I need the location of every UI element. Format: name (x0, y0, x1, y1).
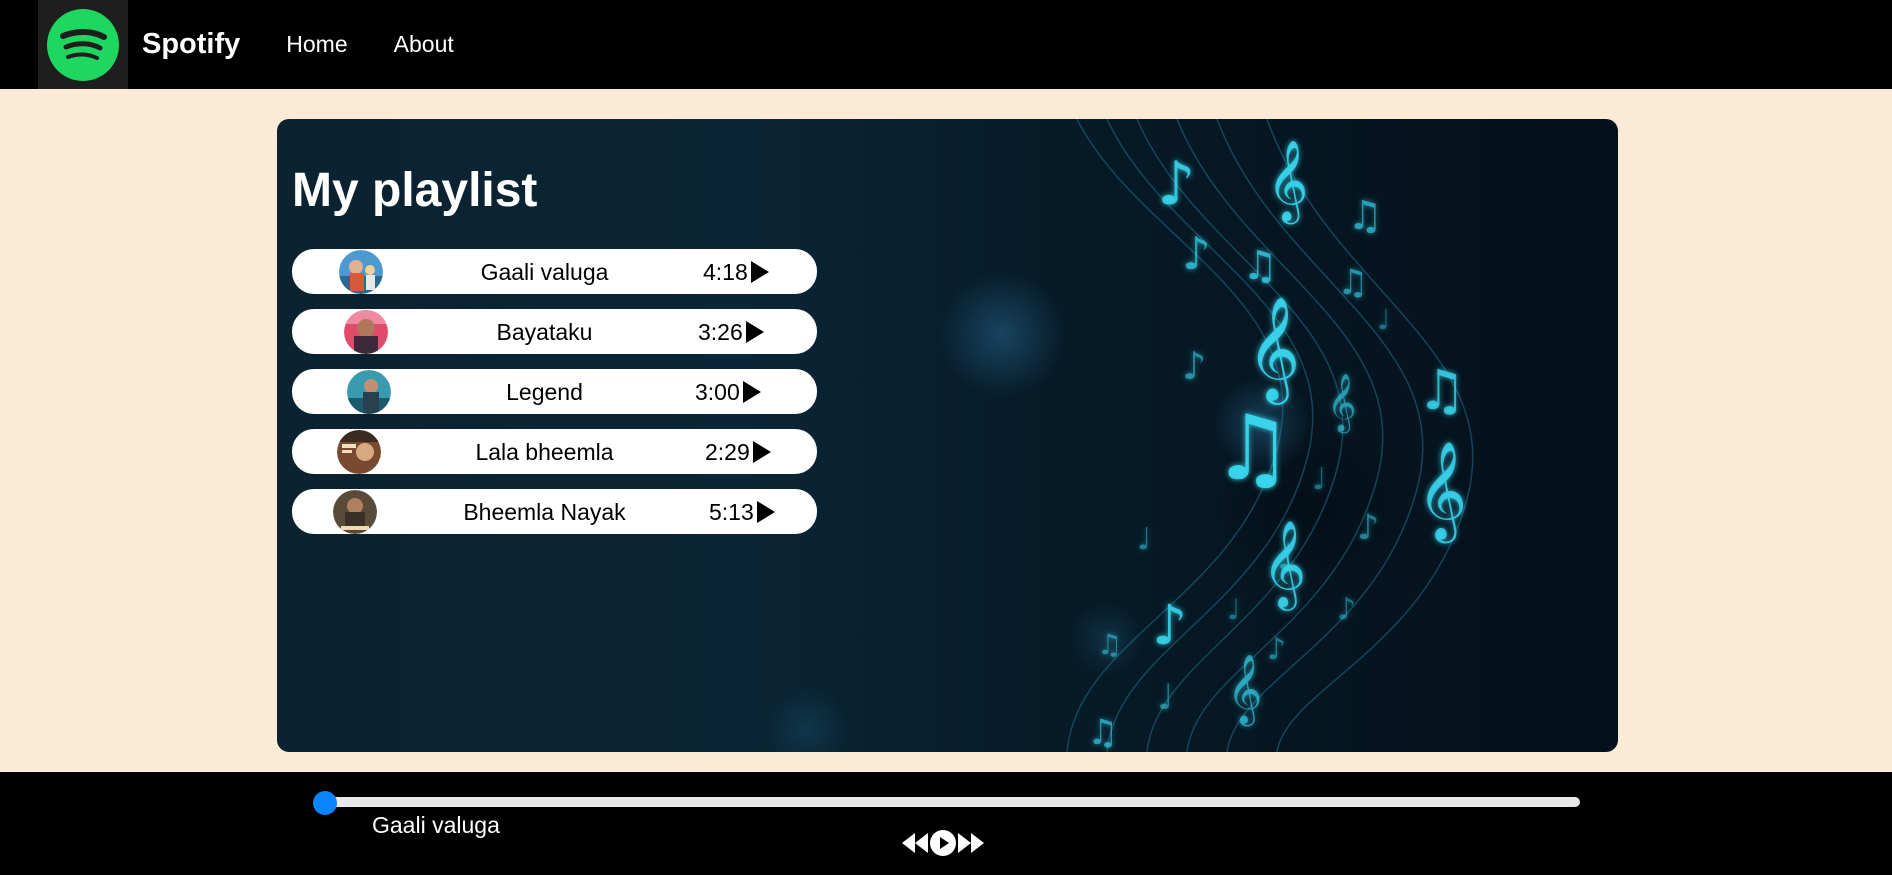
svg-text:𝄞: 𝄞 (1267, 139, 1308, 224)
playlist-card: ♪ 𝄞 ♫ ♪ ♫ ♫ 𝄞 ♩ ♪ 𝄞 ♫ ♫ ♩ 𝄞 ♪ ♩ 𝄞 ♩ ♪ ♪ … (277, 119, 1618, 752)
progress-slider-thumb[interactable] (313, 791, 337, 815)
svg-text:𝄞: 𝄞 (1417, 441, 1467, 544)
svg-text:𝄞: 𝄞 (1327, 373, 1357, 434)
top-navbar: Spotify Home About (0, 0, 1892, 89)
play-icon[interactable] (753, 441, 771, 463)
svg-text:♫: ♫ (1087, 713, 1118, 752)
song-item-lala-bheemla[interactable]: Lala bheemla 2:29 (292, 429, 817, 474)
play-icon[interactable] (743, 381, 761, 403)
nav-link-home[interactable]: Home (286, 31, 347, 58)
svg-text:♪: ♪ (1157, 149, 1195, 219)
nav-link-about[interactable]: About (394, 31, 454, 58)
svg-text:♩: ♩ (1157, 678, 1174, 718)
svg-text:♫: ♫ (1242, 243, 1278, 289)
previous-icon[interactable] (902, 833, 928, 853)
brand-name[interactable]: Spotify (142, 28, 240, 61)
song-list: Gaali valuga 4:18 Bayataku 3:26 Legend 3… (292, 249, 817, 549)
svg-text:♩: ♩ (1137, 522, 1151, 557)
now-playing-title: Gaali valuga (372, 812, 500, 838)
svg-text:♫: ♫ (1337, 263, 1368, 303)
svg-text:♪: ♪ (1357, 508, 1379, 548)
song-duration: 5:13 (709, 499, 754, 525)
song-duration: 3:26 (698, 319, 743, 345)
player-bar: Gaali valuga (0, 772, 1892, 875)
svg-text:♪: ♪ (1267, 632, 1286, 667)
svg-text:♫: ♫ (1097, 628, 1122, 661)
svg-text:𝄞: 𝄞 (1247, 296, 1300, 405)
progress-slider[interactable] (314, 797, 1580, 807)
play-icon[interactable] (751, 261, 769, 283)
svg-text:♩: ♩ (1312, 462, 1326, 497)
playback-controls (902, 830, 984, 856)
svg-text:𝄞: 𝄞 (1262, 519, 1306, 611)
song-item-gaali-valuga[interactable]: Gaali valuga 4:18 (292, 249, 817, 294)
svg-text:♩: ♩ (1377, 303, 1390, 336)
spotify-logo[interactable] (38, 0, 128, 89)
spotify-logo-icon (47, 8, 119, 81)
svg-text:♪: ♪ (1337, 592, 1356, 627)
song-duration: 2:29 (705, 439, 750, 465)
svg-text:♪: ♪ (1182, 227, 1211, 280)
song-item-bheemla-nayak[interactable]: Bheemla Nayak 5:13 (292, 489, 817, 534)
svg-text:♪: ♪ (1182, 344, 1206, 388)
play-icon[interactable] (757, 501, 775, 523)
svg-text:♫: ♫ (1212, 396, 1293, 501)
play-icon[interactable] (746, 321, 764, 343)
svg-text:♫: ♫ (1417, 358, 1466, 422)
next-icon[interactable] (958, 833, 984, 853)
song-duration: 3:00 (695, 379, 740, 405)
play-icon[interactable] (930, 830, 956, 856)
playlist-title: My playlist (292, 164, 538, 217)
svg-text:♪: ♪ (1152, 593, 1187, 657)
svg-text:♫: ♫ (1347, 193, 1383, 239)
svg-text:𝄞: 𝄞 (1227, 654, 1262, 726)
song-item-legend[interactable]: Legend 3:00 (292, 369, 817, 414)
song-duration: 4:18 (703, 259, 748, 285)
svg-text:♩: ♩ (1227, 593, 1240, 626)
song-item-bayataku[interactable]: Bayataku 3:26 (292, 309, 817, 354)
